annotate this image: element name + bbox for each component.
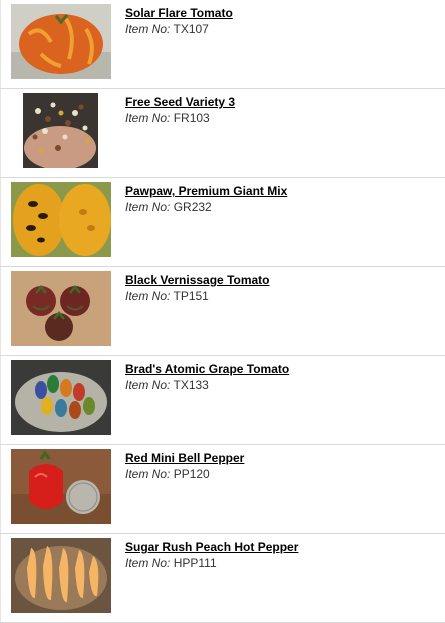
product-row: Sugar Rush Peach Hot Pepper Item No: HPP…	[0, 534, 445, 623]
product-title-link[interactable]: Free Seed Variety 3	[125, 95, 235, 109]
item-number-value: TX107	[173, 22, 209, 36]
product-title-link[interactable]: Black Vernissage Tomato	[125, 273, 270, 287]
product-image[interactable]	[11, 182, 111, 257]
product-image[interactable]	[11, 360, 111, 435]
product-image[interactable]	[11, 4, 111, 79]
product-row: Black Vernissage Tomato Item No: TP151	[0, 267, 445, 356]
product-title-link[interactable]: Sugar Rush Peach Hot Pepper	[125, 540, 298, 554]
item-number-label: Item No:	[125, 556, 171, 570]
item-number-label: Item No:	[125, 378, 171, 392]
item-number-label: Item No:	[125, 200, 171, 214]
item-number: Item No: HPP111	[125, 556, 435, 570]
product-title-link[interactable]: Pawpaw, Premium Giant Mix	[125, 184, 287, 198]
item-number: Item No: TP151	[125, 289, 435, 303]
item-number-value: TP151	[173, 289, 209, 303]
item-number-value: TX133	[173, 378, 209, 392]
item-number: Item No: FR103	[125, 111, 435, 125]
item-number: Item No: PP120	[125, 467, 435, 481]
product-title-link[interactable]: Solar Flare Tomato	[125, 6, 233, 20]
product-list: Solar Flare Tomato Item No: TX107 Free S…	[0, 0, 445, 623]
item-number-value: PP120	[173, 467, 210, 481]
product-row: Free Seed Variety 3 Item No: FR103	[0, 89, 445, 178]
item-number-value: GR232	[173, 200, 212, 214]
item-number-label: Item No:	[125, 289, 171, 303]
product-row: Red Mini Bell Pepper Item No: PP120	[0, 445, 445, 534]
product-image[interactable]	[11, 449, 111, 524]
product-row: Brad's Atomic Grape Tomato Item No: TX13…	[0, 356, 445, 445]
item-number-label: Item No:	[125, 467, 171, 481]
item-number: Item No: GR232	[125, 200, 435, 214]
item-number: Item No: TX107	[125, 22, 435, 36]
item-number-label: Item No:	[125, 111, 171, 125]
item-number-value: FR103	[173, 111, 210, 125]
product-image[interactable]	[11, 538, 111, 613]
item-number: Item No: TX133	[125, 378, 435, 392]
product-image[interactable]	[23, 93, 98, 168]
product-row: Solar Flare Tomato Item No: TX107	[0, 0, 445, 89]
product-title-link[interactable]: Red Mini Bell Pepper	[125, 451, 244, 465]
product-row: Pawpaw, Premium Giant Mix Item No: GR232	[0, 178, 445, 267]
item-number-value: HPP111	[173, 556, 217, 570]
item-number-label: Item No:	[125, 22, 171, 36]
product-title-link[interactable]: Brad's Atomic Grape Tomato	[125, 362, 289, 376]
product-image[interactable]	[11, 271, 111, 346]
